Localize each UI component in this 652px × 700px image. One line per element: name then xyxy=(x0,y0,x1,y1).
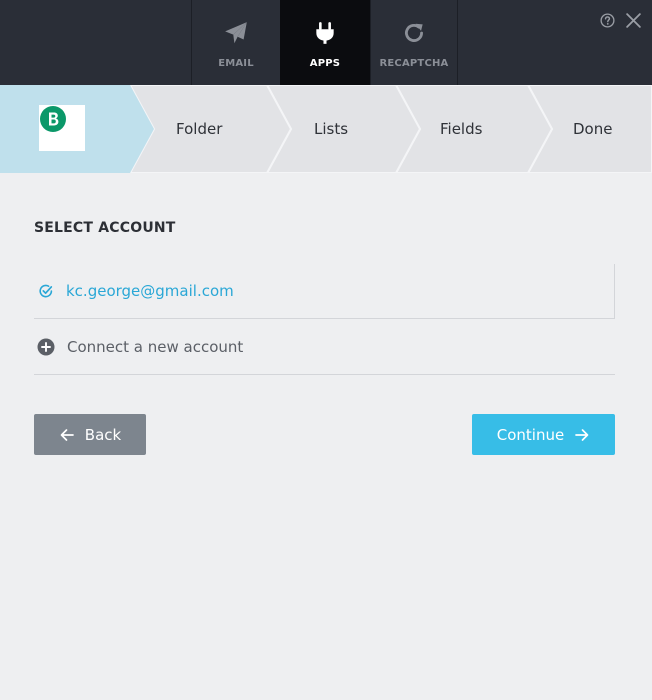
section-title: SELECT ACCOUNT xyxy=(34,220,176,236)
step-done[interactable]: Done xyxy=(573,120,612,138)
arrow-left-icon xyxy=(60,428,74,441)
connect-new-account[interactable]: Connect a new account xyxy=(34,319,615,375)
brand-logo xyxy=(39,105,85,151)
brevo-logo-icon xyxy=(40,106,66,132)
account-email: kc.george@gmail.com xyxy=(66,282,234,300)
wizard-steps-bar: Folder Lists Fields Done xyxy=(0,85,652,173)
plug-icon xyxy=(316,22,334,44)
close-icon[interactable] xyxy=(625,12,642,29)
connect-account-label: Connect a new account xyxy=(67,337,244,356)
tab-email-label: EMAIL xyxy=(218,58,254,69)
tab-apps-label: APPS xyxy=(309,58,341,69)
arrow-right-icon xyxy=(575,428,589,441)
check-circle-icon xyxy=(39,284,53,298)
continue-button-label: Continue xyxy=(496,425,565,444)
account-option-selected[interactable]: kc.george@gmail.com xyxy=(34,264,615,319)
continue-button[interactable]: Continue xyxy=(472,414,615,455)
step-lists[interactable]: Lists xyxy=(314,120,348,138)
help-icon[interactable] xyxy=(600,13,615,28)
back-button[interactable]: Back xyxy=(34,414,146,455)
paper-plane-icon xyxy=(225,22,247,44)
step-folder[interactable]: Folder xyxy=(176,120,222,138)
back-button-label: Back xyxy=(84,425,122,444)
tab-email[interactable]: EMAIL xyxy=(191,0,280,85)
step-fields[interactable]: Fields xyxy=(440,120,482,138)
tab-recaptcha-label: RECAPTCHA xyxy=(379,58,449,69)
tab-recaptcha[interactable]: RECAPTCHA xyxy=(370,0,458,85)
tab-apps[interactable]: APPS xyxy=(280,0,370,85)
plus-circle-icon xyxy=(37,338,55,355)
refresh-icon xyxy=(405,23,423,42)
top-navigation-bar: EMAIL APPS RECAPTCHA xyxy=(0,0,652,85)
